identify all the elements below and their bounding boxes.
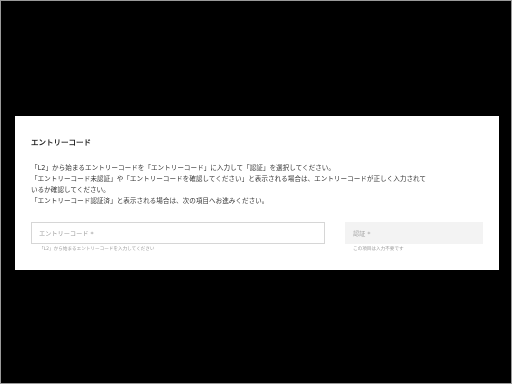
auth-field: 認証 * bbox=[345, 222, 483, 244]
description-line: 「エントリーコード認証済」と表示される場合は、次の項目へお進みください。 bbox=[31, 197, 269, 205]
description-line: いるか確認してください。 bbox=[31, 186, 110, 194]
description-line: 「エントリーコード未認証」や「エントリーコードを確認してください」と表示される場… bbox=[31, 175, 427, 183]
screen-frame: エントリーコード 「L2」から始まるエントリーコードを「エントリーコード」に入力… bbox=[0, 0, 512, 384]
section-description: 「L2」から始まるエントリーコードを「エントリーコード」に入力して「認証」を選択… bbox=[31, 163, 491, 207]
description-line: 「L2」から始まるエントリーコードを「エントリーコード」に入力して「認証」を選択… bbox=[31, 164, 335, 172]
section-title: エントリーコード bbox=[31, 138, 91, 147]
entry-code-card: エントリーコード 「L2」から始まるエントリーコードを「エントリーコード」に入力… bbox=[15, 116, 499, 270]
entry-code-input[interactable]: エントリーコード * bbox=[31, 222, 325, 244]
auth-hint: この項目は入力不要です bbox=[353, 247, 404, 252]
entry-code-placeholder: エントリーコード * bbox=[39, 231, 94, 238]
entry-code-hint: 「L2」から始まるエントリーコードを入力してください bbox=[39, 247, 155, 252]
auth-placeholder: 認証 * bbox=[353, 231, 371, 238]
